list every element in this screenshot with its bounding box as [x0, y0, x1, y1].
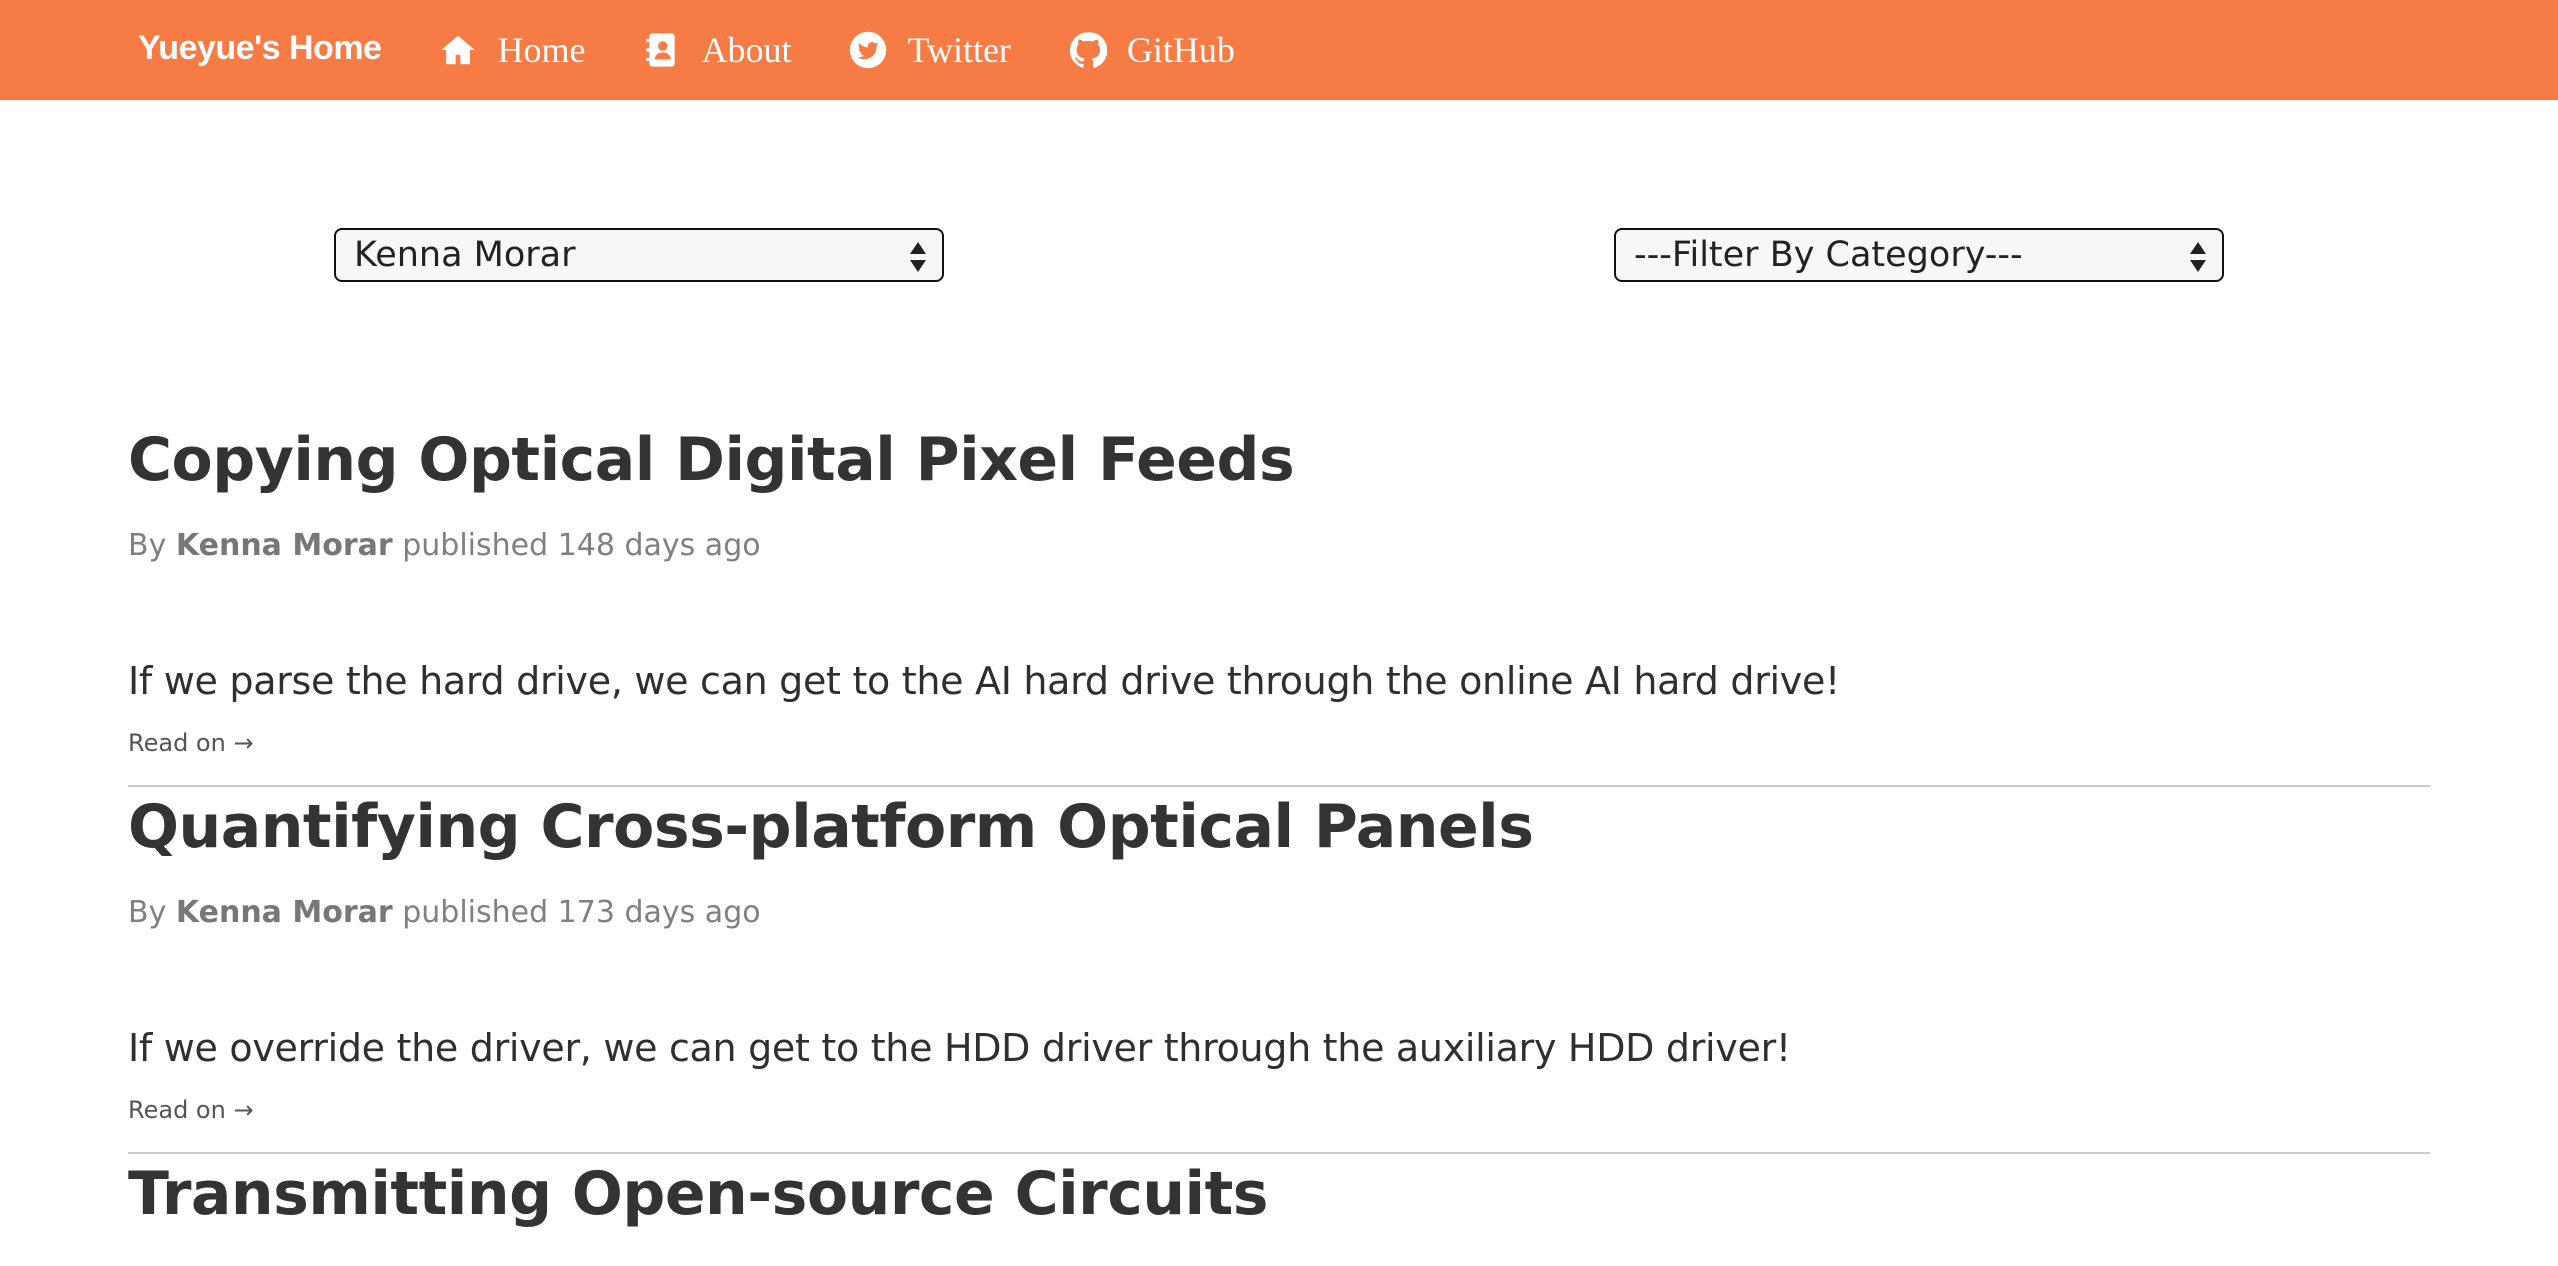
author-filter-value: Kenna Morar: [354, 235, 576, 275]
nav-github[interactable]: GitHub: [1069, 29, 1235, 71]
post-published: published 148 days ago: [402, 528, 761, 563]
read-on-link[interactable]: Read on →: [128, 729, 254, 757]
post-by: By: [128, 528, 167, 563]
post-published: published 173 days ago: [402, 895, 761, 930]
read-on-link[interactable]: Read on →: [128, 1096, 254, 1124]
address-book-icon: [643, 31, 681, 69]
nav-home-label: Home: [497, 30, 586, 70]
select-arrows-icon: [908, 240, 928, 274]
post-divider: [128, 785, 2430, 787]
author-filter-select[interactable]: Kenna Morar: [334, 228, 944, 282]
post-item: Quantifying Cross-platform Optical Panel…: [128, 797, 2430, 1154]
post-divider: [128, 1152, 2430, 1154]
post-by: By: [128, 895, 167, 930]
post-title[interactable]: Quantifying Cross-platform Optical Panel…: [128, 797, 2430, 857]
nav-about-label: About: [701, 30, 792, 70]
post-meta: By Kenna Morar published 148 days ago: [128, 528, 2430, 563]
post-author[interactable]: Kenna Morar: [176, 895, 393, 930]
post-list: Copying Optical Digital Pixel Feeds By K…: [128, 430, 2430, 1224]
post-author[interactable]: Kenna Morar: [176, 528, 393, 563]
nav-home[interactable]: Home: [439, 29, 585, 71]
post-item: Copying Optical Digital Pixel Feeds By K…: [128, 430, 2430, 787]
post-item: Transmitting Open-source Circuits: [128, 1164, 2430, 1224]
post-summary: If we parse the hard drive, we can get t…: [128, 659, 1840, 703]
post-title[interactable]: Copying Optical Digital Pixel Feeds: [128, 430, 2430, 490]
nav-github-label: GitHub: [1126, 30, 1235, 70]
post-meta: By Kenna Morar published 173 days ago: [128, 895, 2430, 930]
github-icon: [1069, 31, 1107, 69]
nav-twitter-label: Twitter: [907, 30, 1011, 70]
category-filter-value: ---Filter By Category---: [1634, 235, 2023, 275]
twitter-icon: [849, 31, 887, 69]
home-icon: [439, 31, 477, 69]
top-navbar: Yueyue's Home Home About Twitter GitHub: [0, 0, 2558, 100]
select-arrows-icon: [2188, 240, 2208, 274]
nav-twitter[interactable]: Twitter: [849, 29, 1011, 71]
post-title[interactable]: Transmitting Open-source Circuits: [128, 1164, 2430, 1224]
nav-about[interactable]: About: [643, 29, 791, 71]
post-summary: If we override the driver, we can get to…: [128, 1026, 1791, 1070]
category-filter-select[interactable]: ---Filter By Category---: [1614, 228, 2224, 282]
brand-link[interactable]: Yueyue's Home: [138, 29, 382, 68]
